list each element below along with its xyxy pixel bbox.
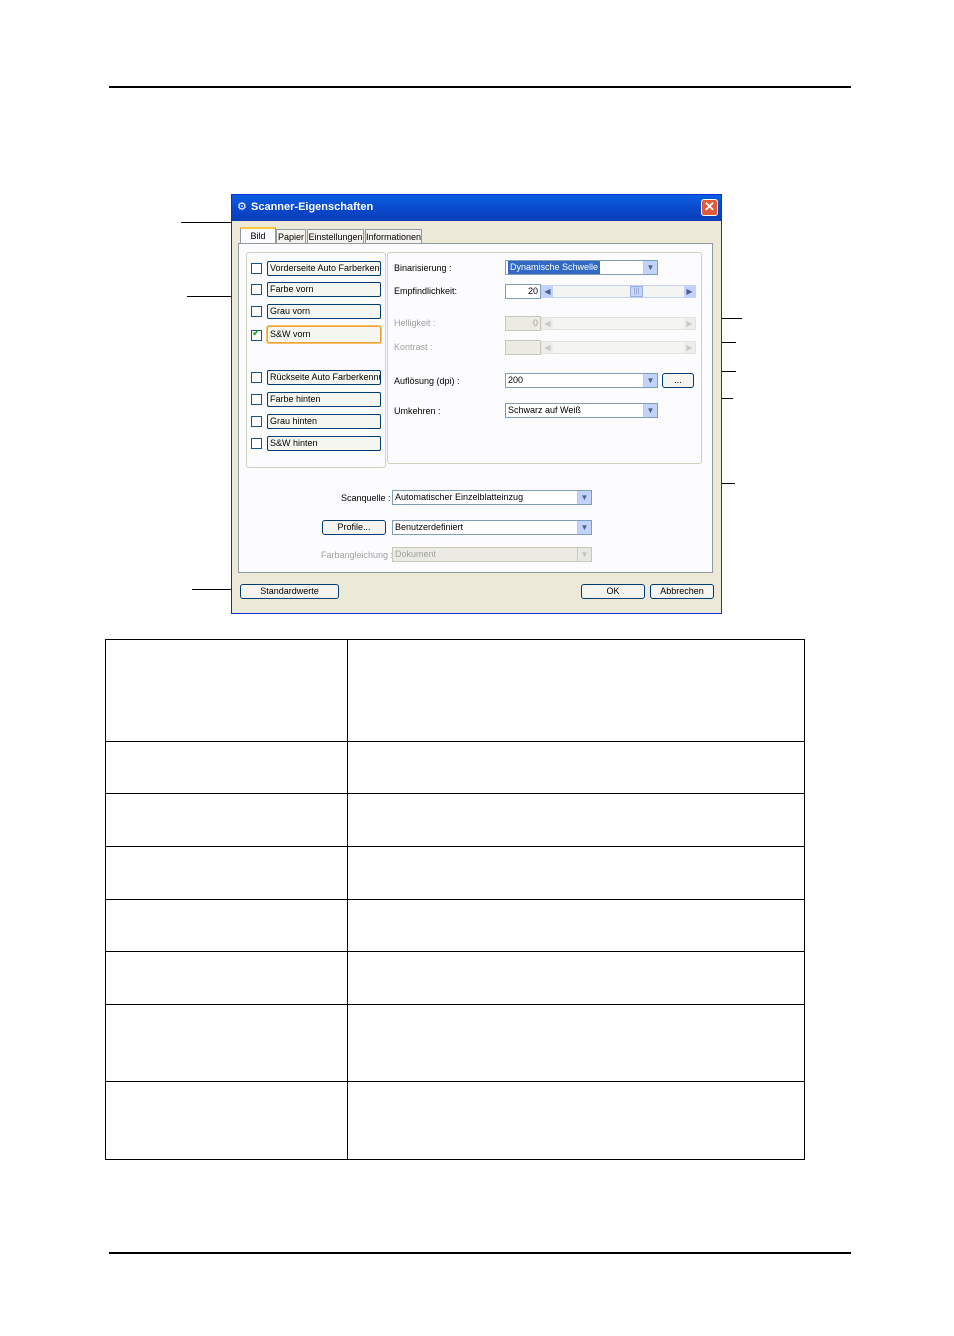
- scanner-app-icon: ⚙: [237, 201, 247, 213]
- table-cell: [347, 1004, 805, 1082]
- chevron-left-icon[interactable]: ◀: [542, 342, 553, 353]
- umkehren-label: Umkehren :: [394, 406, 441, 416]
- umkehren-select[interactable]: Schwarz auf Weiß ▼: [505, 403, 658, 418]
- tab-informationen[interactable]: Informationen: [365, 229, 422, 243]
- table-row: [105, 899, 805, 952]
- table-cell: [347, 741, 805, 794]
- description-table: [105, 639, 805, 1160]
- table-cell: [347, 951, 805, 1005]
- title-bar[interactable]: ⚙ Scanner-Eigenschaften ✕: [232, 195, 721, 221]
- chevron-down-icon: ▼: [643, 404, 657, 417]
- front-color-checkbox[interactable]: [251, 284, 262, 295]
- table-row: [105, 1081, 805, 1160]
- front-auto-color-button[interactable]: Vorderseite Auto Farberkennu: [267, 261, 381, 276]
- table-row: [105, 741, 805, 794]
- front-bw-button[interactable]: S&W vorn: [267, 326, 381, 343]
- table-cell: [347, 639, 805, 742]
- cancel-button[interactable]: Abbrechen: [650, 584, 714, 599]
- table-row: [105, 951, 805, 1005]
- chevron-down-icon: ▼: [643, 261, 657, 274]
- tab-bild[interactable]: Bild: [240, 227, 276, 244]
- chevron-left-icon[interactable]: ◀: [542, 318, 553, 329]
- farbangleichung-select[interactable]: Dokument ▼: [392, 547, 592, 562]
- table-cell: [347, 1081, 805, 1160]
- tab-einstellungen[interactable]: Einstellungen: [307, 229, 364, 243]
- ok-button[interactable]: OK: [581, 584, 645, 599]
- helligkeit-slider[interactable]: ◀ ▶: [541, 317, 696, 330]
- kontrast-slider[interactable]: ◀ ▶: [541, 341, 696, 354]
- close-button[interactable]: ✕: [701, 199, 718, 216]
- chevron-left-icon[interactable]: ◀: [542, 286, 553, 297]
- table-row: [105, 846, 805, 900]
- table-cell: [105, 951, 348, 1005]
- chevron-down-icon: ▼: [577, 491, 591, 504]
- front-auto-color-checkbox[interactable]: [251, 263, 262, 274]
- aufloesung-label: Auflösung (dpi) :: [394, 376, 460, 386]
- standardwerte-button[interactable]: Standardwerte: [240, 584, 339, 599]
- table-cell: [105, 899, 348, 952]
- chevron-down-icon: ▼: [577, 548, 591, 561]
- front-color-button[interactable]: Farbe vorn: [267, 282, 381, 297]
- aufloesung-more-button[interactable]: ...: [662, 373, 694, 388]
- scanquelle-label: Scanquelle :: [341, 493, 391, 503]
- chevron-right-icon[interactable]: ▶: [684, 342, 695, 353]
- helligkeit-input[interactable]: 0: [505, 316, 541, 331]
- back-color-button[interactable]: Farbe hinten: [267, 392, 381, 407]
- empfindlichkeit-label: Empfindlichkeit:: [394, 286, 458, 296]
- table-cell: [105, 741, 348, 794]
- back-bw-checkbox[interactable]: [251, 438, 262, 449]
- empfindlichkeit-slider[interactable]: ◀ ||| ▶: [541, 285, 696, 298]
- table-cell: [105, 793, 348, 847]
- back-gray-button[interactable]: Grau hinten: [267, 414, 381, 429]
- table-cell: [347, 793, 805, 847]
- aufloesung-select[interactable]: 200 ▼: [505, 373, 658, 388]
- chevron-right-icon[interactable]: ▶: [684, 286, 695, 297]
- table-cell: [105, 846, 348, 900]
- table-cell: [105, 1081, 348, 1160]
- back-color-checkbox[interactable]: [251, 394, 262, 405]
- dialog-title: Scanner-Eigenschaften: [251, 201, 374, 213]
- chevron-down-icon: ▼: [643, 374, 657, 387]
- front-bw-checkbox[interactable]: [251, 328, 262, 341]
- scanquelle-select[interactable]: Automatischer Einzelblatteinzug ▼: [392, 490, 592, 505]
- chevron-down-icon: ▼: [577, 521, 591, 534]
- farbangleichung-label: Farbangleichung :: [321, 550, 394, 560]
- profile-select[interactable]: Benutzerdefiniert ▼: [392, 520, 592, 535]
- binarisierung-select[interactable]: Dynamische Schwelle ▼: [505, 260, 658, 275]
- back-bw-button[interactable]: S&W hinten: [267, 436, 381, 451]
- table-cell: [105, 1004, 348, 1082]
- helligkeit-label: Helligkeit :: [394, 318, 436, 328]
- empfindlichkeit-input[interactable]: 20: [505, 284, 541, 299]
- front-gray-checkbox[interactable]: [251, 306, 262, 317]
- back-auto-color-checkbox[interactable]: [251, 372, 262, 383]
- back-gray-checkbox[interactable]: [251, 416, 262, 427]
- header-rule: [109, 86, 851, 88]
- table-cell: [105, 639, 348, 742]
- scanner-properties-dialog: ⚙ Scanner-Eigenschaften ✕ Bild Papier Ei…: [231, 194, 722, 614]
- kontrast-input[interactable]: [505, 340, 541, 355]
- footer-rule: [109, 1252, 851, 1254]
- tab-papier[interactable]: Papier: [276, 229, 306, 243]
- profile-button[interactable]: Profile...: [322, 520, 386, 535]
- table-row: [105, 1004, 805, 1082]
- table-cell: [347, 899, 805, 952]
- bild-tab-panel: Vorderseite Auto Farberkennu Farbe vorn …: [238, 243, 713, 573]
- table-cell: [347, 846, 805, 900]
- binarisierung-label: Binarisierung :: [394, 263, 452, 273]
- kontrast-label: Kontrast :: [394, 342, 433, 352]
- back-auto-color-button[interactable]: Rückseite Auto Farberkennur: [267, 370, 381, 385]
- table-row: [105, 793, 805, 847]
- image-settings-group: [387, 252, 702, 464]
- table-row: [105, 639, 805, 742]
- close-icon: ✕: [704, 199, 715, 214]
- front-gray-button[interactable]: Grau vorn: [267, 304, 381, 319]
- slider-thumb[interactable]: |||: [630, 286, 643, 297]
- chevron-right-icon[interactable]: ▶: [684, 318, 695, 329]
